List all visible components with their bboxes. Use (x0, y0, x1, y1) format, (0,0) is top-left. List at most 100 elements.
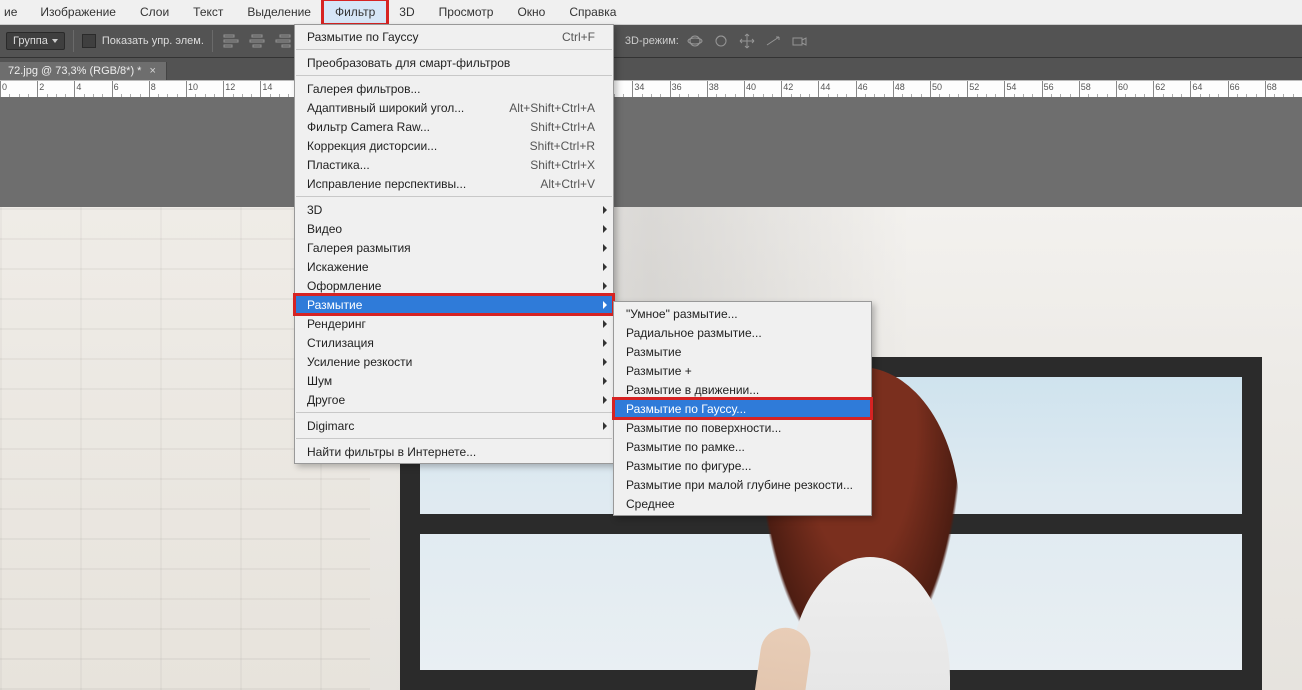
submenu-item[interactable]: Размытие по рамке... (614, 437, 871, 456)
menu-item[interactable]: Стилизация (295, 333, 613, 352)
menu-item-label: Шум (307, 374, 595, 388)
toolbar-separator (73, 30, 74, 52)
chevron-right-icon (603, 358, 607, 366)
menu-item-shortcut: Alt+Ctrl+V (540, 177, 595, 191)
menu-item[interactable]: Размытие по Гауссу Ctrl+F (295, 27, 613, 46)
menu-просмотр[interactable]: Просмотр (427, 0, 506, 24)
menu-item[interactable]: Галерея фильтров... (295, 79, 613, 98)
menu-текст[interactable]: Текст (181, 0, 235, 24)
menu-item[interactable]: Усиление резкости (295, 352, 613, 371)
menu-ие[interactable]: ие (0, 0, 28, 24)
menu-item-label: Размытие по Гауссу (307, 30, 532, 44)
submenu-item[interactable]: Размытие в движении... (614, 380, 871, 399)
chevron-right-icon (603, 377, 607, 385)
chevron-right-icon (603, 263, 607, 271)
orbit-3d-icon[interactable] (685, 31, 705, 51)
chevron-right-icon (603, 422, 607, 430)
menu-item[interactable]: Пластика... Shift+Ctrl+X (295, 155, 613, 174)
filter-menu-dropdown: Размытие по Гауссу Ctrl+F Преобразовать дл… (294, 24, 614, 464)
align-right-icon[interactable] (273, 31, 293, 51)
menu-item[interactable]: Digimarc (295, 416, 613, 435)
align-center-icon[interactable] (247, 31, 267, 51)
menu-3d[interactable]: 3D (387, 0, 426, 24)
slide-3d-icon[interactable] (763, 31, 783, 51)
align-left-icon[interactable] (221, 31, 241, 51)
chevron-right-icon (603, 301, 607, 309)
menu-item[interactable]: Шум (295, 371, 613, 390)
menu-item[interactable]: Искажение (295, 257, 613, 276)
menu-item[interactable]: Галерея размытия (295, 238, 613, 257)
checkbox-icon (82, 34, 96, 48)
submenu-item[interactable]: Размытие по фигуре... (614, 456, 871, 475)
menu-item-label: Преобразовать для смарт-фильтров (307, 56, 595, 70)
group-mode-label: Группа (13, 35, 48, 47)
submenu-item-label: Размытие при малой глубине резкости... (626, 478, 853, 492)
pan-3d-icon[interactable] (737, 31, 757, 51)
menu-item[interactable]: Видео (295, 219, 613, 238)
chevron-right-icon (603, 320, 607, 328)
menu-item-label: Галерея размытия (307, 241, 595, 255)
menu-item[interactable]: Исправление перспективы...Alt+Ctrl+V (295, 174, 613, 193)
menu-item[interactable]: Рендеринг (295, 314, 613, 333)
menu-item-shortcut: Alt+Shift+Ctrl+A (509, 101, 595, 115)
submenu-item[interactable]: Радиальное размытие... (614, 323, 871, 342)
menu-item[interactable]: Другое (295, 390, 613, 409)
menubar: иеИзображениеСлоиТекстВыделениеФильтр3DП… (0, 0, 1302, 25)
menu-item[interactable]: Найти фильтры в Интернете... (295, 442, 613, 461)
menu-separator (296, 75, 612, 76)
document-tab[interactable]: 72.jpg @ 73,3% (RGB/8*) * × (0, 62, 167, 80)
chevron-right-icon (603, 396, 607, 404)
menu-item[interactable]: Преобразовать для смарт-фильтров (295, 53, 613, 72)
submenu-item[interactable]: Размытие по поверхности... (614, 418, 871, 437)
menu-item-shortcut: Shift+Ctrl+X (530, 158, 595, 172)
menu-item[interactable]: Оформление (295, 276, 613, 295)
menu-слои[interactable]: Слои (128, 0, 181, 24)
menu-окно[interactable]: Окно (505, 0, 557, 24)
chevron-right-icon (603, 244, 607, 252)
document-tab-label: 72.jpg @ 73,3% (RGB/8*) * (8, 65, 141, 77)
mode3d-label: 3D-режим: (625, 35, 679, 47)
document-tabstrip: 72.jpg @ 73,3% (RGB/8*) * × (0, 58, 1302, 80)
menu-item[interactable]: Фильтр Camera Raw...Shift+Ctrl+A (295, 117, 613, 136)
submenu-item-label: Размытие в движении... (626, 383, 853, 397)
submenu-item-label: Радиальное размытие... (626, 326, 853, 340)
submenu-item[interactable]: Размытие по Гауссу... (614, 399, 871, 418)
menu-item-shortcut: Ctrl+F (562, 30, 595, 44)
submenu-item[interactable]: Размытие (614, 342, 871, 361)
menu-item-label: Фильтр Camera Raw... (307, 120, 500, 134)
menu-item-label: Размытие (307, 298, 595, 312)
menu-separator (296, 49, 612, 50)
menu-item[interactable]: Коррекция дисторсии...Shift+Ctrl+R (295, 136, 613, 155)
menu-item[interactable]: Размытие (295, 295, 613, 314)
menu-item[interactable]: 3D (295, 200, 613, 219)
submenu-item[interactable]: "Умное" размытие... (614, 304, 871, 323)
submenu-item[interactable]: Размытие + (614, 361, 871, 380)
menu-item-label: 3D (307, 203, 595, 217)
menu-item-label: Стилизация (307, 336, 595, 350)
group-mode-dropdown[interactable]: Группа (6, 32, 65, 50)
menu-separator (296, 196, 612, 197)
menu-item-label: Другое (307, 393, 595, 407)
menu-item[interactable]: Адаптивный широкий угол...Alt+Shift+Ctrl… (295, 98, 613, 117)
menu-item-label: Digimarc (307, 419, 595, 433)
menu-item-label: Найти фильтры в Интернете... (307, 445, 595, 459)
menu-separator (296, 438, 612, 439)
menu-изображение[interactable]: Изображение (28, 0, 128, 24)
toolbar-separator (212, 30, 213, 52)
submenu-item[interactable]: Размытие при малой глубине резкости... (614, 475, 871, 494)
close-icon[interactable]: × (149, 65, 155, 77)
menu-item-label: Пластика... (307, 158, 500, 172)
show-controls-checkbox[interactable]: Показать упр. элем. (82, 34, 204, 48)
menu-выделение[interactable]: Выделение (235, 0, 323, 24)
camera-3d-icon[interactable] (789, 31, 809, 51)
submenu-item-label: Размытие (626, 345, 853, 359)
menu-справка[interactable]: Справка (557, 0, 628, 24)
roll-3d-icon[interactable] (711, 31, 731, 51)
submenu-item-label: Размытие по поверхности... (626, 421, 853, 435)
submenu-item[interactable]: Среднее (614, 494, 871, 513)
menu-item-label: Усиление резкости (307, 355, 595, 369)
chevron-down-icon (52, 39, 58, 43)
options-toolbar: Группа Показать упр. элем. 3D-режим: (0, 25, 1302, 58)
menu-item-label: Искажение (307, 260, 595, 274)
menu-фильтр[interactable]: Фильтр (323, 0, 387, 24)
